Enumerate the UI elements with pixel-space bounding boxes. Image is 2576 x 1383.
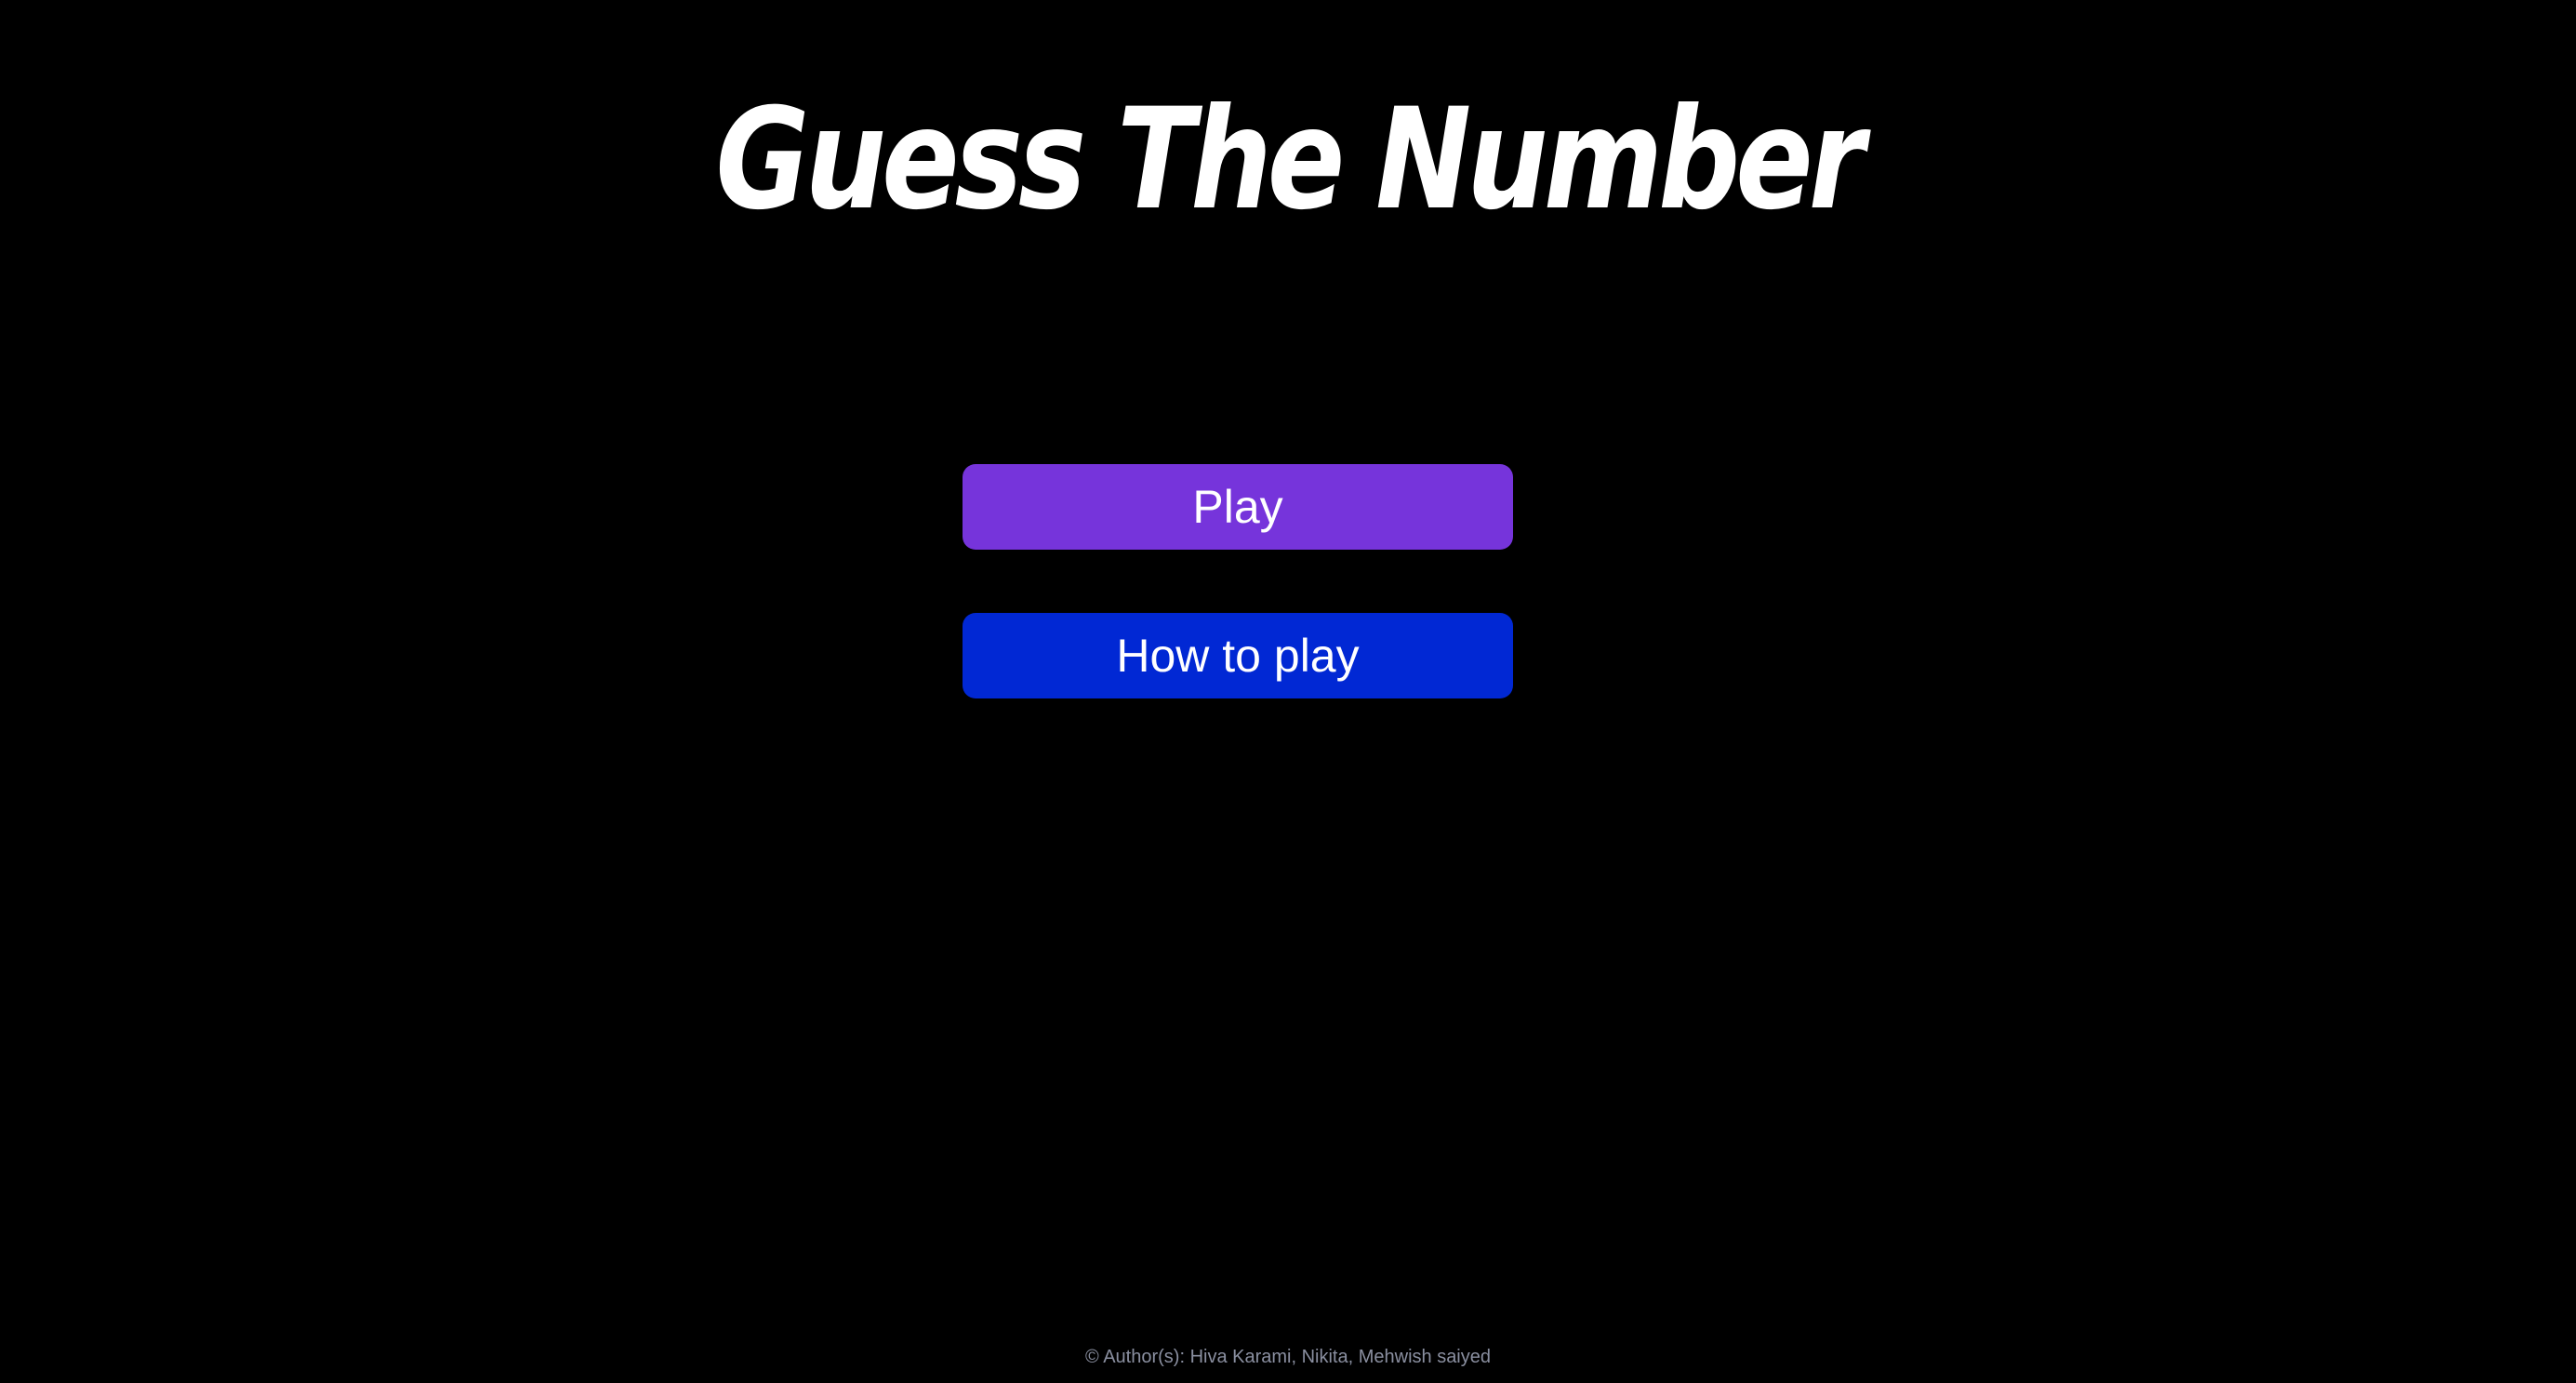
authors-text: Author(s): Hiva Karami, Nikita, Mehwish … <box>1103 1347 1491 1367</box>
footer-credits: © Author(s): Hiva Karami, Nikita, Mehwis… <box>0 1345 2576 1369</box>
game-title: Guess The Number <box>715 79 1866 241</box>
copyright-symbol: © <box>1085 1347 1099 1367</box>
how-to-play-button[interactable]: How to play <box>963 613 1513 698</box>
play-button[interactable]: Play <box>963 464 1513 550</box>
game-start-screen: Guess The Number Play How to play © Auth… <box>0 0 2576 1383</box>
main-menu: Play How to play <box>963 464 1513 698</box>
